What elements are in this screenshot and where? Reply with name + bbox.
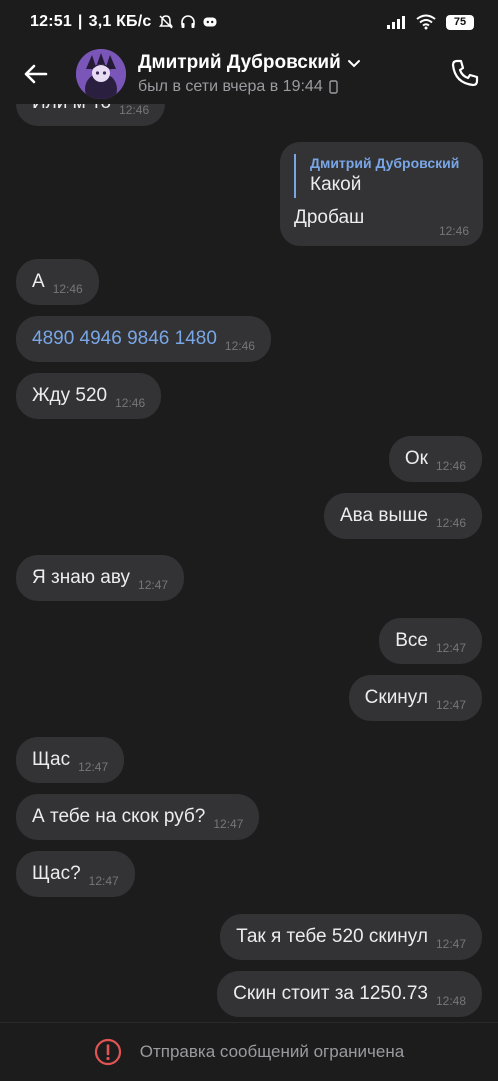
message-text: Или м-то <box>32 104 111 113</box>
contact-name[interactable]: Дмитрий Дубровский <box>138 52 361 74</box>
message-time: 12:46 <box>438 224 469 238</box>
message-incoming[interactable]: Щас? 12:47 <box>16 851 135 897</box>
phone-small-icon <box>329 80 338 94</box>
message-time: 12:47 <box>138 578 169 592</box>
last-seen-text: был в сети вчера в 19:44 <box>138 78 323 95</box>
quoted-message[interactable]: Дмитрий Дубровский Какой <box>294 154 469 198</box>
message-incoming[interactable]: Или м-то 12:46 <box>16 104 166 126</box>
message-incoming[interactable]: А 12:46 <box>16 259 99 305</box>
message-outgoing[interactable]: Ава выше 12:46 <box>324 493 482 539</box>
message-incoming[interactable]: Жду 520 12:46 <box>16 373 162 419</box>
message-text: Щас <box>32 749 71 770</box>
message-outgoing[interactable]: Так я тебе 520 скинул 12:47 <box>220 914 482 960</box>
message-time: 12:47 <box>78 760 109 774</box>
message-outgoing[interactable]: Скинул 12:47 <box>348 675 482 721</box>
chat-header: Дмитрий Дубровский был в сети вчера в 19… <box>0 44 498 104</box>
message-outgoing-reply[interactable]: Дмитрий Дубровский Какой Дробаш 12:46 <box>280 142 483 246</box>
message-text: Скин стоит за 1250.73 <box>233 983 428 1004</box>
message-text: Жду 520 <box>32 385 108 406</box>
status-bar: 12:51 | 3,1 КБ/с 75 <box>0 0 498 44</box>
message-incoming[interactable]: Я знаю аву 12:47 <box>16 555 185 601</box>
message-outgoing[interactable]: Скин стоит за 1250.73 12:48 <box>217 971 482 1017</box>
back-arrow-icon[interactable] <box>20 58 52 90</box>
message-incoming[interactable]: Щас 12:47 <box>16 737 125 783</box>
discord-icon <box>203 17 217 27</box>
message-outgoing[interactable]: Все 12:47 <box>379 618 482 664</box>
message-incoming[interactable]: 4890 4946 9846 1480 12:46 <box>16 316 271 362</box>
restriction-text: Отправка сообщений ограничена <box>139 1042 405 1061</box>
mute-bell-icon <box>158 15 173 29</box>
message-text: Ава выше <box>340 505 428 526</box>
warning-icon <box>94 1038 121 1066</box>
status-time: 12:51 <box>30 13 72 30</box>
message-outgoing[interactable]: Ок 12:46 <box>388 436 482 482</box>
status-right: 75 <box>386 14 474 30</box>
message-text: Скинул <box>364 687 428 708</box>
message-time: 12:47 <box>213 817 244 831</box>
message-text: Я знаю аву <box>32 567 131 588</box>
message-text: Щас? <box>32 863 81 884</box>
wifi-icon <box>416 14 436 30</box>
message-text: Ок <box>404 448 428 469</box>
message-list[interactable]: Или м-то 12:46 Дмитрий Дубровский Какой Д… <box>0 104 498 1022</box>
chevron-down-icon <box>347 60 360 68</box>
last-seen: был в сети вчера в 19:44 <box>138 78 338 96</box>
message-time: 12:46 <box>119 104 150 117</box>
quote-author: Дмитрий Дубровский <box>310 155 460 171</box>
restriction-banner: Отправка сообщений ограничена <box>0 1022 498 1081</box>
message-text: Все <box>395 630 428 651</box>
status-divider: | <box>77 13 83 30</box>
battery-icon: 75 <box>446 14 474 30</box>
signal-icon <box>387 16 405 29</box>
message-text: А <box>32 271 45 292</box>
status-speed: 3,1 КБ/с <box>88 13 152 30</box>
card-number-link[interactable]: 4890 4946 9846 1480 <box>32 328 217 349</box>
avatar-image <box>76 49 126 99</box>
message-incoming[interactable]: А тебе на скок руб? 12:47 <box>16 794 260 840</box>
message-time: 12:47 <box>435 698 466 712</box>
headphones-icon <box>180 15 195 28</box>
message-time: 12:47 <box>88 874 119 888</box>
message-time: 12:46 <box>115 396 146 410</box>
status-left: 12:51 | 3,1 КБ/с <box>30 13 218 31</box>
message-time: 12:46 <box>435 516 466 530</box>
message-text: Так я тебе 520 скинул <box>236 926 428 947</box>
contact-name-text: Дмитрий Дубровский <box>138 52 341 73</box>
phone-icon[interactable] <box>448 56 482 90</box>
message-time: 12:47 <box>435 641 466 655</box>
message-text: А тебе на скок руб? <box>32 806 206 827</box>
message-time: 12:47 <box>435 937 466 951</box>
message-time: 12:48 <box>435 994 466 1008</box>
message-time: 12:46 <box>52 282 83 296</box>
quote-text: Какой <box>310 174 362 195</box>
message-time: 12:46 <box>224 339 255 353</box>
avatar[interactable] <box>76 49 126 99</box>
message-time: 12:46 <box>435 459 466 473</box>
